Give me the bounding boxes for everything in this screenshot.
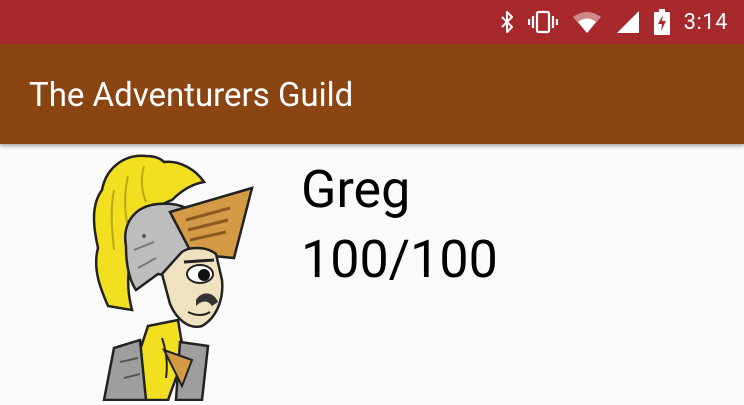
status-time: 3:14 — [683, 9, 728, 35]
knight-avatar — [84, 150, 264, 402]
vibrate-icon — [527, 10, 558, 34]
character-name: Greg — [301, 159, 411, 220]
cell-signal-icon — [616, 10, 640, 34]
battery-charging-icon — [653, 9, 670, 35]
app-title: The Adventurers Guild — [29, 76, 354, 115]
wifi-icon — [572, 10, 602, 34]
bluetooth-icon — [500, 10, 514, 34]
character-hp: 100/100 — [301, 229, 498, 290]
status-bar: 3:14 — [0, 0, 744, 44]
app-bar: The Adventurers Guild — [0, 44, 744, 144]
character-card[interactable]: Greg 100/100 — [0, 144, 744, 402]
